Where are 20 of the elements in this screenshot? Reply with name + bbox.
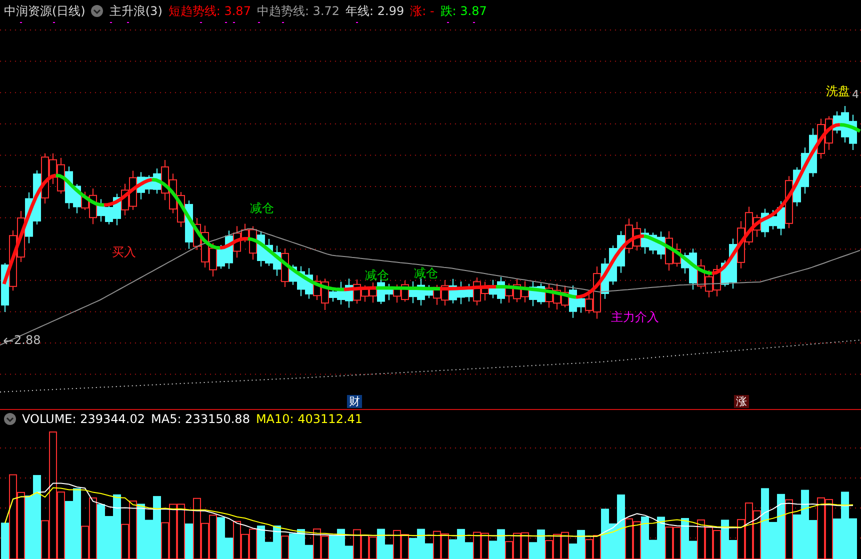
price-label: 2.88 [14,334,41,347]
signal-label: 买入 [112,245,136,259]
price-label: 4 [852,88,859,102]
legend-value: 涨: - [410,2,434,20]
legend-value: 年线: 2.99 [346,2,404,20]
legend-value: 跌: 3.87 [440,2,487,20]
indicator-name: 主升浪(3) [109,2,162,20]
signal-label: 减仓 [250,201,274,215]
legend-value: 短趋势线: 3.87 [168,2,251,20]
signal-label: 减仓 [414,266,438,280]
signal-label: 减仓 [365,268,389,282]
legend-value: 中趋势线: 3.72 [256,2,340,20]
volume-legend: VOLUME: 239344.02 [22,412,145,426]
volume-legend: MA5: 233150.88 [151,412,250,426]
signal-label: 洗盘 [826,84,850,98]
volume-legend: MA10: 403112.41 [256,412,363,426]
event-marker: 涨 [734,395,749,408]
event-marker: 财 [347,395,362,408]
signal-label: 主力介入 [611,310,659,324]
stock-title: 中润资源(日线) [4,2,86,20]
